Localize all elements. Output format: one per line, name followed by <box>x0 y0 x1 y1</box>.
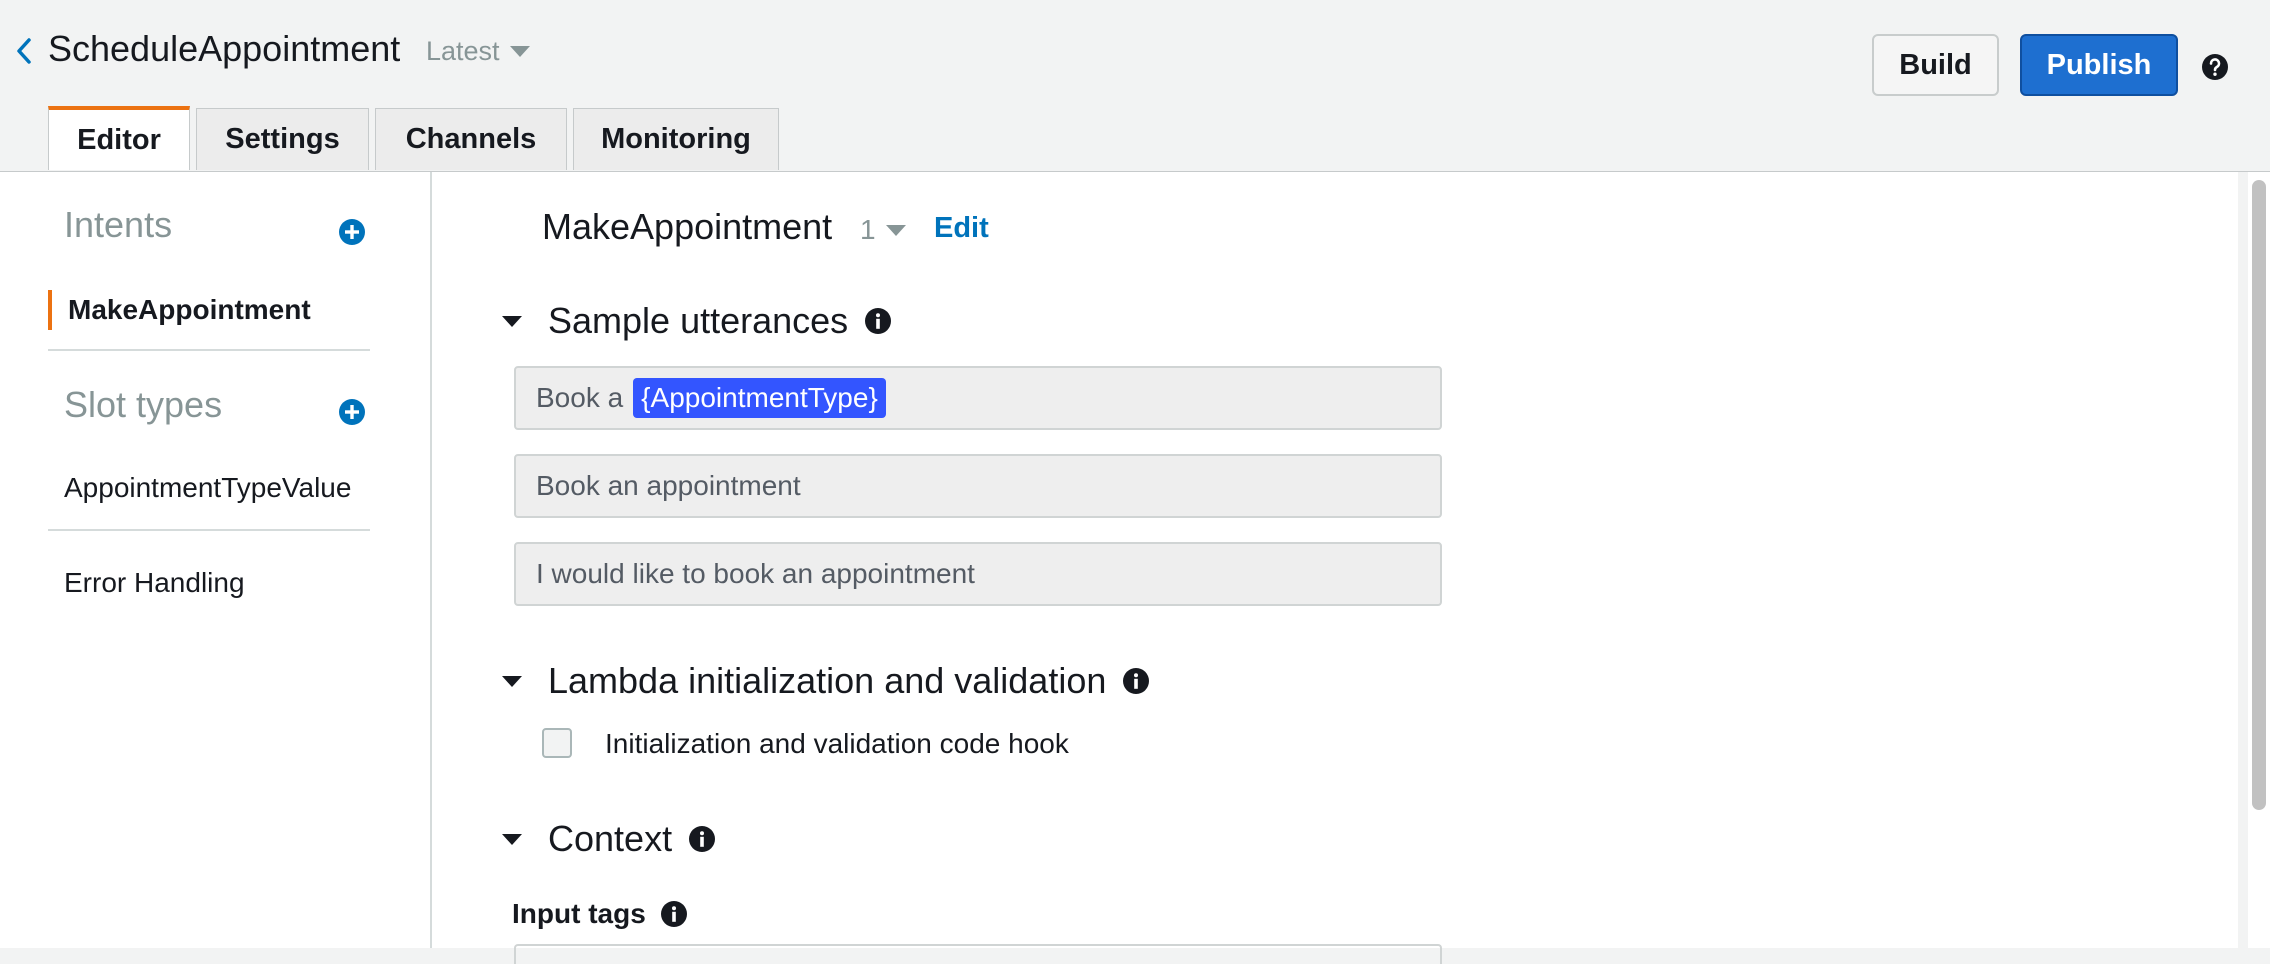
slot-types-heading: Slot types <box>64 384 223 425</box>
code-hook-checkbox[interactable] <box>542 728 572 758</box>
info-icon[interactable] <box>864 307 892 335</box>
tab-monitoring[interactable]: Monitoring <box>573 108 779 170</box>
sidebar-item-error-handling[interactable]: Error Handling <box>64 567 245 599</box>
input-tags-field[interactable] <box>514 944 1442 964</box>
divider <box>48 349 370 351</box>
input-tags-label: Input tags <box>512 898 646 929</box>
context-section-header: Context <box>502 818 716 860</box>
intent-version: 1 <box>860 214 876 245</box>
info-icon[interactable] <box>660 900 688 928</box>
utterance-text: I would like to book an appointment <box>536 558 975 589</box>
tab-settings[interactable]: Settings <box>196 108 369 170</box>
bot-title: ScheduleAppointment <box>48 28 401 69</box>
section-title: Context <box>548 818 673 859</box>
publish-button[interactable]: Publish <box>2020 34 2178 96</box>
sidebar: Intents MakeAppointment Slot types Appoi… <box>0 172 432 948</box>
caret-down-icon <box>885 224 906 236</box>
divider <box>48 529 370 531</box>
intent-name: MakeAppointment <box>542 206 833 247</box>
scrollbar-thumb[interactable] <box>2252 180 2266 810</box>
tab-bar: Editor Settings Channels Monitoring <box>48 106 785 172</box>
sidebar-item-appointmenttypevalue[interactable]: AppointmentTypeValue <box>64 472 351 504</box>
editor-panel: MakeAppointment 1 Edit Sample utterances… <box>432 172 2238 964</box>
utterance-input[interactable]: Book a {AppointmentType} <box>514 366 1442 430</box>
utterance-input[interactable]: Book an appointment <box>514 454 1442 518</box>
scrollbar[interactable] <box>2248 172 2270 948</box>
info-icon[interactable] <box>1122 667 1150 695</box>
intent-version-dropdown[interactable]: 1 <box>860 214 906 246</box>
slot-chip[interactable]: {AppointmentType} <box>633 378 886 418</box>
info-icon[interactable] <box>688 825 716 853</box>
utterance-text: Book a <box>536 382 624 413</box>
sample-utterances-header: Sample utterances <box>502 300 892 342</box>
collapse-icon[interactable] <box>502 315 522 327</box>
tab-editor[interactable]: Editor <box>48 106 190 170</box>
help-icon[interactable] <box>2201 53 2229 81</box>
utterance-input[interactable]: I would like to book an appointment <box>514 542 1442 606</box>
section-title: Lambda initialization and validation <box>548 660 1107 701</box>
edit-link[interactable]: Edit <box>934 212 989 245</box>
intents-heading: Intents <box>64 204 173 245</box>
section-title: Sample utterances <box>548 300 849 341</box>
add-intent-icon[interactable] <box>338 218 366 246</box>
collapse-icon[interactable] <box>502 833 522 845</box>
code-hook-label: Initialization and validation code hook <box>605 728 1069 759</box>
build-button[interactable]: Build <box>1872 34 1999 96</box>
collapse-icon[interactable] <box>502 675 522 687</box>
sidebar-item-makeappointment[interactable]: MakeAppointment <box>68 294 311 326</box>
lambda-section-header: Lambda initialization and validation <box>502 660 1150 702</box>
version-label: Latest <box>426 36 500 66</box>
caret-down-icon <box>509 46 530 57</box>
add-slot-type-icon[interactable] <box>338 398 366 426</box>
tab-channels[interactable]: Channels <box>375 108 567 170</box>
selected-indicator <box>48 290 52 330</box>
back-chevron-icon[interactable] <box>14 34 34 68</box>
version-dropdown[interactable]: Latest <box>426 36 530 67</box>
utterance-text: Book an appointment <box>536 470 801 501</box>
input-tags-label-row: Input tags <box>512 898 688 930</box>
